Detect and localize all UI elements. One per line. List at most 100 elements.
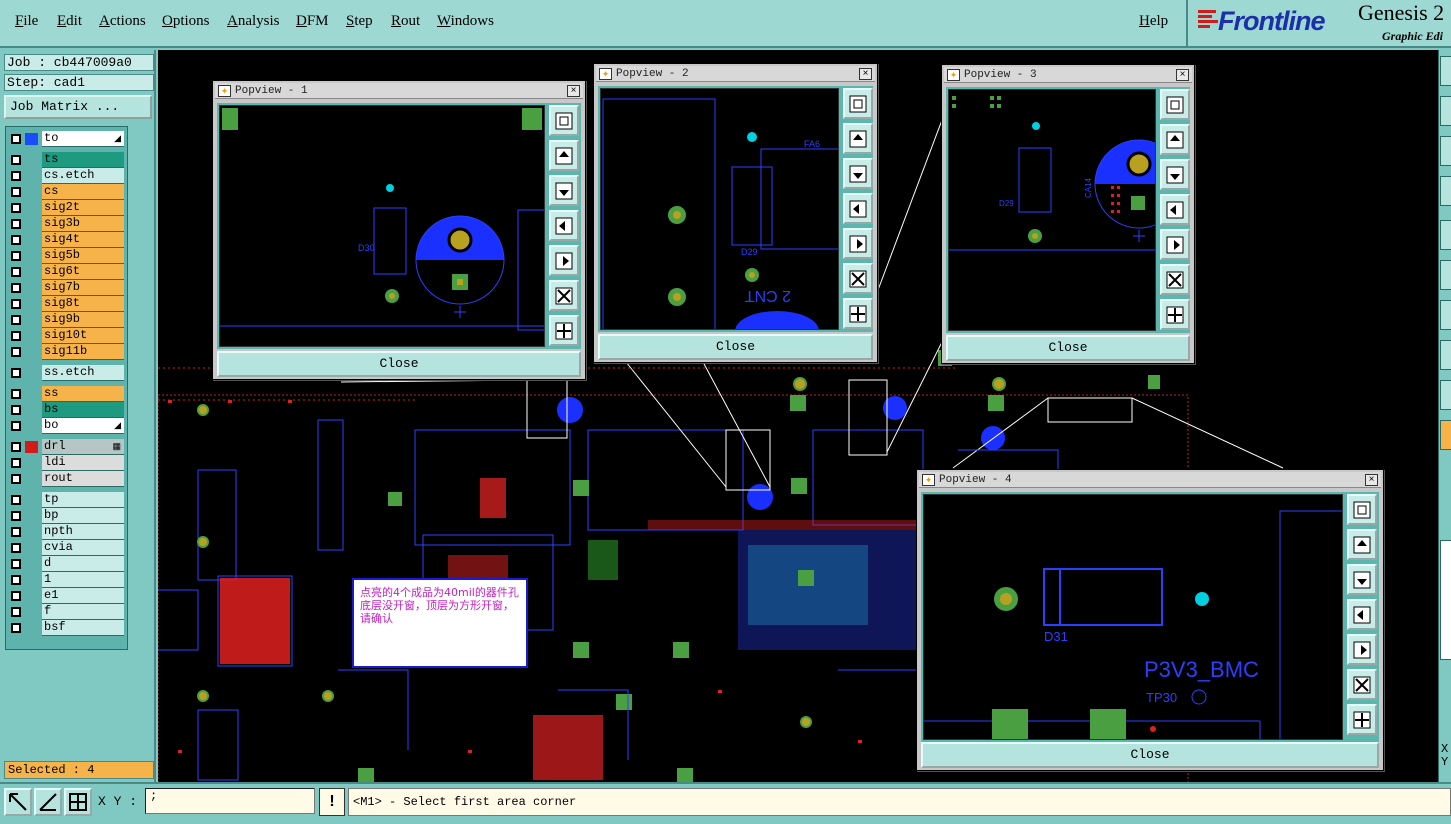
layer-name[interactable]: sig4t	[42, 232, 124, 248]
layer-checkbox[interactable]	[11, 405, 21, 415]
zoom-in-button[interactable]	[1160, 264, 1190, 295]
layer-name[interactable]: to ◢	[42, 131, 124, 147]
layer-row[interactable]: drl ▦	[6, 439, 128, 455]
layer-checkbox[interactable]	[11, 495, 21, 505]
layer-checkbox[interactable]	[11, 511, 21, 521]
layer-name[interactable]: e1	[42, 588, 124, 604]
layer-name[interactable]: ss	[42, 386, 124, 402]
layer-name[interactable]: rout	[42, 471, 124, 487]
layer-row[interactable]: tp	[6, 492, 128, 508]
pan-up-button[interactable]	[1347, 529, 1377, 560]
pan-left-button[interactable]	[1160, 194, 1190, 225]
grid-button[interactable]	[64, 788, 92, 816]
right-tool-1[interactable]	[1440, 56, 1451, 86]
xy-input[interactable]: ;	[145, 788, 315, 814]
layer-checkbox[interactable]	[11, 421, 21, 431]
zoom-in-button[interactable]	[1347, 669, 1377, 700]
right-tool-preview[interactable]	[1440, 540, 1451, 660]
layer-name[interactable]: drl ▦	[42, 439, 124, 455]
layer-row[interactable]: sig4t	[6, 232, 128, 248]
right-tool-3[interactable]	[1440, 136, 1451, 166]
layer-row[interactable]: bo ◢	[6, 418, 128, 434]
layer-name[interactable]: sig5b	[42, 248, 124, 264]
layer-checkbox[interactable]	[11, 203, 21, 213]
menu-rout[interactable]: Rout	[391, 13, 420, 30]
pan-down-button[interactable]	[549, 175, 579, 206]
layer-row[interactable]: cs.etch	[6, 168, 128, 184]
popview-3-titlebar[interactable]: ✦ Popview - 3 ×	[944, 67, 1192, 83]
layer-checkbox[interactable]	[11, 347, 21, 357]
layer-row[interactable]: sig5b	[6, 248, 128, 264]
layer-name[interactable]: sig8t	[42, 296, 124, 312]
layer-name[interactable]: npth	[42, 524, 124, 540]
layer-color-swatch[interactable]	[25, 441, 38, 453]
menu-edit[interactable]: Edit	[57, 13, 82, 30]
layer-name[interactable]: cs.etch	[42, 168, 124, 184]
layer-checkbox[interactable]	[11, 299, 21, 309]
close-icon[interactable]: ×	[859, 68, 872, 80]
layer-row[interactable]: rout	[6, 471, 128, 487]
zoom-fit-button[interactable]	[549, 105, 579, 136]
layer-row[interactable]: bs	[6, 402, 128, 418]
popview-3-close-button[interactable]: Close	[946, 335, 1190, 361]
layer-row[interactable]: sig7b	[6, 280, 128, 296]
layer-name[interactable]: sig10t	[42, 328, 124, 344]
layer-checkbox[interactable]	[11, 607, 21, 617]
zoom-in-button[interactable]	[843, 263, 873, 294]
menu-options[interactable]: Options	[162, 13, 210, 30]
menu-windows[interactable]: Windows	[437, 13, 494, 30]
layer-name[interactable]: bp	[42, 508, 124, 524]
layer-checkbox[interactable]	[11, 134, 21, 144]
right-tool-2[interactable]	[1440, 96, 1451, 126]
pan-down-button[interactable]	[1347, 564, 1377, 595]
layer-row[interactable]: sig8t	[6, 296, 128, 312]
right-tool-8[interactable]	[1440, 340, 1451, 370]
layer-name[interactable]: sig11b	[42, 344, 124, 360]
right-tool-9[interactable]	[1440, 380, 1451, 410]
layer-row[interactable]: bp	[6, 508, 128, 524]
job-matrix-button[interactable]: Job Matrix ...	[4, 95, 152, 119]
layer-row[interactable]: ss	[6, 386, 128, 402]
popview-4-titlebar[interactable]: ✦ Popview - 4 ×	[919, 472, 1381, 488]
pan-down-button[interactable]	[843, 158, 873, 189]
layer-checkbox[interactable]	[11, 331, 21, 341]
layer-checkbox[interactable]	[11, 315, 21, 325]
layer-checkbox[interactable]	[11, 442, 21, 452]
layer-row[interactable]: sig3b	[6, 216, 128, 232]
layer-checkbox[interactable]	[11, 543, 21, 553]
popview-2-close-button[interactable]: Close	[598, 334, 873, 360]
layer-checkbox[interactable]	[11, 219, 21, 229]
pan-down-button[interactable]	[1160, 159, 1190, 190]
pan-right-button[interactable]	[1160, 229, 1190, 260]
layer-row[interactable]: cs	[6, 184, 128, 200]
layer-name[interactable]: ldi	[42, 455, 124, 471]
warning-button[interactable]: !	[319, 788, 345, 816]
pan-left-button[interactable]	[843, 193, 873, 224]
layer-name[interactable]: bs	[42, 402, 124, 418]
select-mode-button[interactable]	[4, 788, 32, 816]
popview-1-view[interactable]: D30	[219, 105, 545, 347]
layer-checkbox[interactable]	[11, 187, 21, 197]
layer-row[interactable]: to ◢	[6, 131, 128, 147]
popview-4-close-button[interactable]: Close	[921, 742, 1379, 768]
layer-color-swatch[interactable]	[25, 133, 38, 145]
layer-checkbox[interactable]	[11, 591, 21, 601]
layer-row[interactable]: 1	[6, 572, 128, 588]
popview-1-close-button[interactable]: Close	[217, 351, 581, 377]
layer-name[interactable]: bo ◢	[42, 418, 124, 434]
zoom-out-button[interactable]	[1160, 299, 1190, 330]
layer-name[interactable]: ts	[42, 152, 124, 168]
layer-checkbox[interactable]	[11, 559, 21, 569]
layer-row[interactable]: ss.etch	[6, 365, 128, 381]
layer-row[interactable]: npth	[6, 524, 128, 540]
zoom-out-button[interactable]	[549, 315, 579, 346]
layer-checkbox[interactable]	[11, 458, 21, 468]
zoom-fit-button[interactable]	[843, 88, 873, 119]
menu-dfm[interactable]: DFM	[296, 13, 329, 30]
layer-name[interactable]: 1	[42, 572, 124, 588]
menu-analysis[interactable]: Analysis	[227, 13, 280, 30]
layer-row[interactable]: sig10t	[6, 328, 128, 344]
menu-help[interactable]: Help	[1139, 13, 1168, 30]
layer-row[interactable]: ts	[6, 152, 128, 168]
zoom-out-button[interactable]	[1347, 704, 1377, 735]
